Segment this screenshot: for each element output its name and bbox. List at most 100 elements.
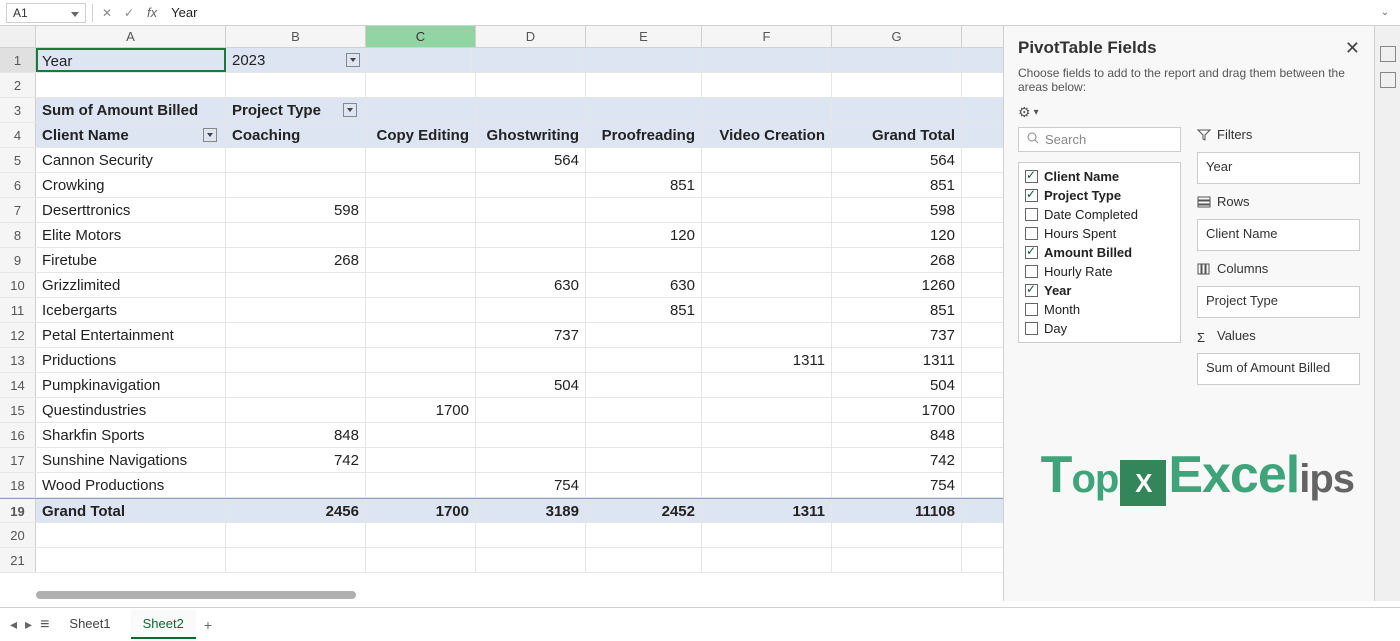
col-copyediting[interactable]: Copy Editing	[366, 123, 476, 147]
field-item[interactable]: Date Completed	[1025, 205, 1174, 224]
field-item[interactable]: Month	[1025, 300, 1174, 319]
cell[interactable]	[366, 73, 476, 97]
cell[interactable]	[702, 73, 832, 97]
cell[interactable]	[702, 98, 832, 122]
col-header-f[interactable]: F	[702, 26, 832, 47]
cell[interactable]	[366, 423, 476, 447]
cell[interactable]: 1311	[832, 348, 962, 372]
cell[interactable]	[366, 223, 476, 247]
cell[interactable]	[476, 173, 586, 197]
cell[interactable]: 268	[832, 248, 962, 272]
cell[interactable]	[586, 423, 702, 447]
cell[interactable]: 268	[226, 248, 366, 272]
client-name-cell[interactable]: Wood Productions	[36, 473, 226, 497]
cell[interactable]: 630	[586, 273, 702, 297]
row-header[interactable]: 15	[0, 398, 36, 422]
cell[interactable]	[476, 523, 586, 547]
tab-sheet2[interactable]: Sheet2	[131, 610, 196, 639]
cell[interactable]	[226, 223, 366, 247]
select-all-corner[interactable]	[0, 26, 36, 47]
cell[interactable]	[586, 323, 702, 347]
cell[interactable]	[366, 523, 476, 547]
cell[interactable]	[476, 298, 586, 322]
cell[interactable]: 754	[476, 473, 586, 497]
cell[interactable]: 1700	[832, 398, 962, 422]
checkbox-icon[interactable]	[1025, 265, 1038, 278]
cell[interactable]: 1700	[366, 499, 476, 522]
formula-expand-icon[interactable]: ⌄	[1376, 7, 1394, 18]
row-header[interactable]: 13	[0, 348, 36, 372]
formula-input[interactable]: Year	[167, 5, 1370, 20]
cell[interactable]	[702, 173, 832, 197]
cell[interactable]: 504	[476, 373, 586, 397]
checkbox-icon[interactable]	[1025, 227, 1038, 240]
cell[interactable]	[476, 198, 586, 222]
cell[interactable]	[226, 323, 366, 347]
client-name-cell[interactable]: Cannon Security	[36, 148, 226, 172]
client-name-cell[interactable]: Deserttronics	[36, 198, 226, 222]
cell[interactable]	[586, 98, 702, 122]
col-videocreation[interactable]: Video Creation	[702, 123, 832, 147]
cell[interactable]	[702, 223, 832, 247]
tab-sheet1[interactable]: Sheet1	[57, 610, 122, 639]
cell-a1-selected[interactable]: Year	[36, 48, 226, 72]
cell[interactable]	[476, 448, 586, 472]
tools-dropdown[interactable]: ⚙▾	[1018, 104, 1039, 121]
cell[interactable]	[366, 348, 476, 372]
row-header[interactable]: 7	[0, 198, 36, 222]
row-header[interactable]: 11	[0, 298, 36, 322]
cell[interactable]	[586, 398, 702, 422]
cell[interactable]	[476, 348, 586, 372]
cell[interactable]	[366, 98, 476, 122]
cell[interactable]	[366, 198, 476, 222]
client-name-cell[interactable]: Petal Entertainment	[36, 323, 226, 347]
checkbox-icon[interactable]	[1025, 246, 1038, 259]
row-header[interactable]: 2	[0, 73, 36, 97]
cell[interactable]	[226, 298, 366, 322]
cell[interactable]	[226, 348, 366, 372]
cell[interactable]: 754	[832, 473, 962, 497]
cell[interactable]	[702, 523, 832, 547]
col-header-c[interactable]: C	[366, 26, 476, 47]
cell[interactable]	[226, 523, 366, 547]
cell[interactable]	[366, 323, 476, 347]
checkbox-icon[interactable]	[1025, 322, 1038, 335]
row-header[interactable]: 4	[0, 123, 36, 147]
checkbox-icon[interactable]	[1025, 208, 1038, 221]
cell-b1[interactable]: 2023	[226, 48, 366, 72]
field-search-input[interactable]: Search	[1018, 127, 1181, 152]
row-header[interactable]: 5	[0, 148, 36, 172]
cancel-icon[interactable]: ✕	[99, 5, 115, 21]
rows-drop-area[interactable]: Client Name	[1197, 219, 1360, 251]
cell[interactable]: 2452	[586, 499, 702, 522]
col-proofreading[interactable]: Proofreading	[586, 123, 702, 147]
cell[interactable]	[226, 148, 366, 172]
cell[interactable]	[702, 373, 832, 397]
cell[interactable]	[586, 148, 702, 172]
row-header[interactable]: 21	[0, 548, 36, 572]
cell[interactable]	[366, 448, 476, 472]
cell[interactable]	[702, 198, 832, 222]
cell[interactable]	[476, 398, 586, 422]
cell[interactable]	[698, 48, 828, 72]
cell[interactable]	[476, 423, 586, 447]
cell[interactable]	[36, 523, 226, 547]
col-coaching[interactable]: Coaching	[226, 123, 366, 147]
cell[interactable]	[476, 548, 586, 572]
row-header[interactable]: 20	[0, 523, 36, 547]
checkbox-icon[interactable]	[1025, 189, 1038, 202]
cell[interactable]	[832, 98, 962, 122]
client-name-cell[interactable]: Questindustries	[36, 398, 226, 422]
field-item[interactable]: Hourly Rate	[1025, 262, 1174, 281]
cell[interactable]: 2456	[226, 499, 366, 522]
cell[interactable]	[586, 373, 702, 397]
filter-dropdown-icon[interactable]	[346, 53, 360, 67]
row-header[interactable]: 12	[0, 323, 36, 347]
columns-drop-area[interactable]: Project Type	[1197, 286, 1360, 318]
col-ghostwriting[interactable]: Ghostwriting	[476, 123, 586, 147]
client-name-cell[interactable]: Grizzlimited	[36, 273, 226, 297]
cell[interactable]	[702, 473, 832, 497]
client-name-cell[interactable]: Crowking	[36, 173, 226, 197]
cell[interactable]: 737	[832, 323, 962, 347]
cell[interactable]	[832, 523, 962, 547]
